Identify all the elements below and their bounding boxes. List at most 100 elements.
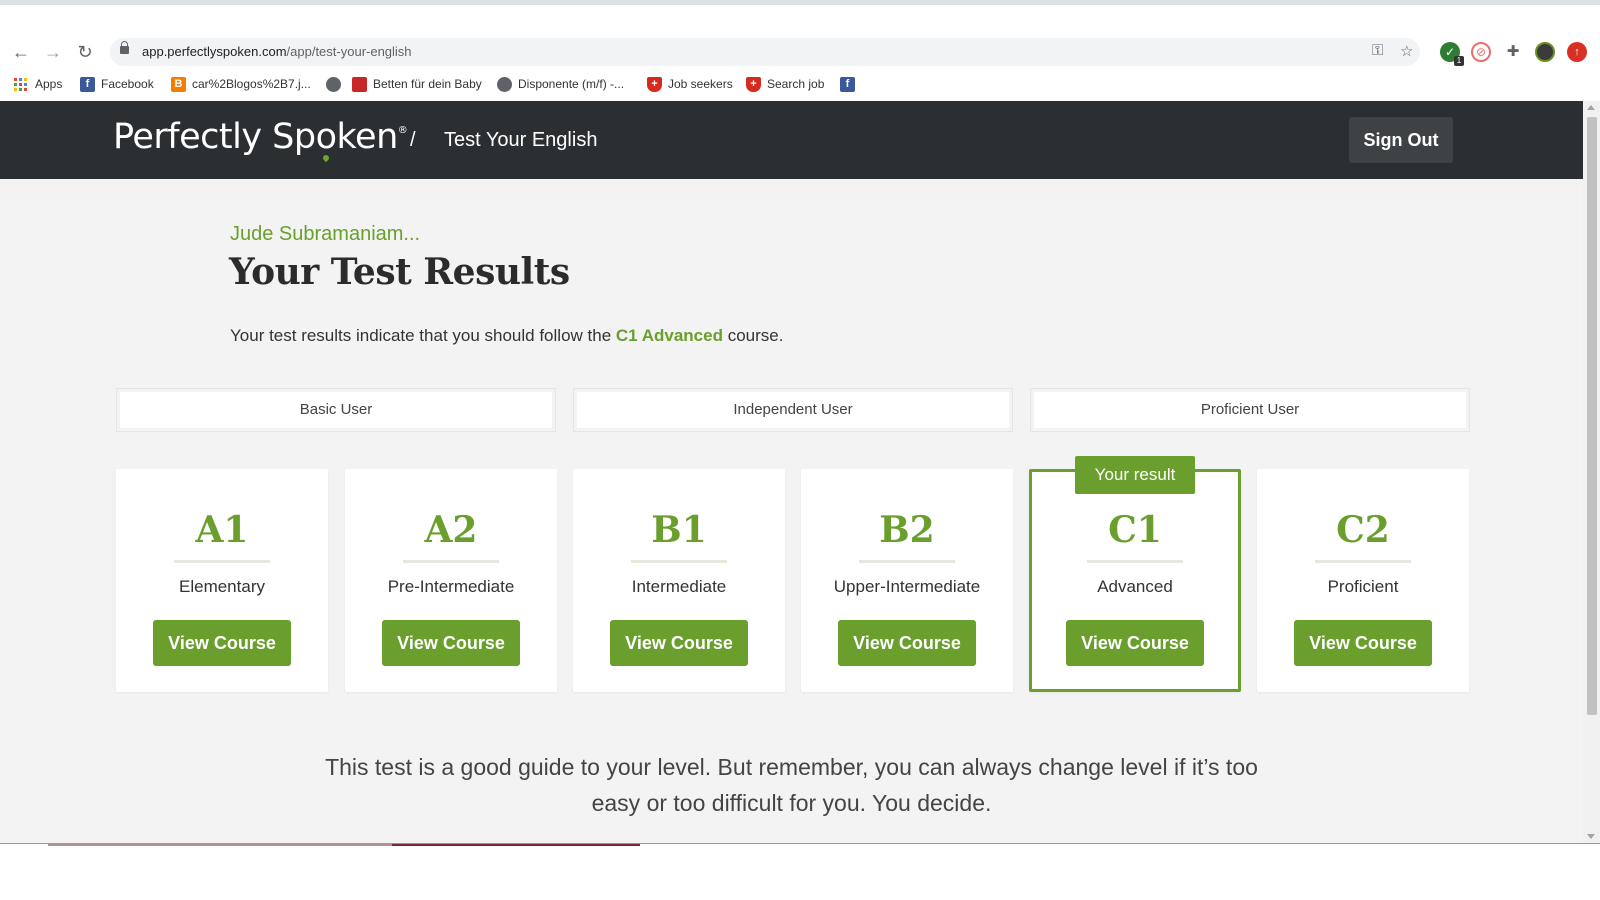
view-course-button[interactable]: View Course <box>153 620 291 666</box>
divider <box>631 560 727 563</box>
footnote: This test is a good guide to your level.… <box>0 749 1583 821</box>
taskbar-segment <box>48 844 392 846</box>
extension-badge: 1 <box>1454 56 1464 66</box>
profile-avatar[interactable] <box>1535 42 1555 62</box>
level-name: Upper-Intermediate <box>833 577 981 596</box>
summary-text: course. <box>722 326 784 345</box>
logo-registered-mark: ® <box>397 125 408 136</box>
view-course-button[interactable]: View Course <box>610 620 748 666</box>
bookmark-label: Betten für dein Baby <box>373 77 482 91</box>
taskbar-segment <box>392 844 640 846</box>
footnote-text: This test is a good guide to your level.… <box>325 754 1258 816</box>
logo-pin-o: o <box>315 117 337 157</box>
facebook-icon: f <box>840 76 855 92</box>
site-header: Perfectly Spoken® / Test Your English Si… <box>0 101 1583 179</box>
bookmark-facebook[interactable]: f Facebook <box>80 75 154 93</box>
page-scrollbar[interactable] <box>1583 101 1600 843</box>
view-course-button[interactable]: View Course <box>1294 620 1432 666</box>
bookmark-label: Apps <box>35 77 63 91</box>
level-card-c1: C1 Advanced View Course <box>1029 469 1241 692</box>
level-code: B2 <box>879 509 935 551</box>
sign-out-button[interactable]: Sign Out <box>1349 117 1453 163</box>
site-favicon-icon <box>352 76 367 92</box>
bookmark-search-job[interactable]: + Search job <box>746 75 824 93</box>
your-result-badge: Your result <box>1075 456 1195 494</box>
lock-icon <box>120 41 129 54</box>
view-course-button[interactable]: View Course <box>838 620 976 666</box>
logo-text: ken <box>336 117 399 157</box>
divider <box>403 560 499 563</box>
facebook-icon: f <box>80 76 95 92</box>
bookmark-job-seekers[interactable]: + Job seekers <box>647 75 733 93</box>
level-card-c2: C2 Proficient View Course <box>1257 469 1469 692</box>
extensions-puzzle-icon[interactable]: ✚ <box>1503 42 1523 62</box>
globe-icon <box>326 76 341 92</box>
level-code: A1 <box>195 509 249 551</box>
level-code: B1 <box>651 509 707 551</box>
browser-tabstrip <box>0 0 1600 36</box>
bookmarks-bar: Apps f Facebook B car%2Blogos%2B7.j... B… <box>0 68 1600 100</box>
result-summary: Your test results indicate that you shou… <box>230 326 783 346</box>
blogger-icon: B <box>171 76 186 92</box>
level-card-a2: A2 Pre-Intermediate View Course <box>345 469 557 692</box>
divider <box>859 560 955 563</box>
bookmark-label: Facebook <box>101 77 154 91</box>
logo-text: Perfectly Sp <box>113 117 316 157</box>
reload-icon[interactable]: ↻ <box>73 40 97 64</box>
level-card-b1: B1 Intermediate View Course <box>573 469 785 692</box>
bookmark-label: Job seekers <box>668 77 733 91</box>
page-title: Your Test Results <box>229 251 570 293</box>
bookmark-apps[interactable]: Apps <box>14 75 62 93</box>
view-course-button[interactable]: View Course <box>382 620 520 666</box>
level-card-b2: B2 Upper-Intermediate View Course <box>801 469 1013 692</box>
level-name: Intermediate <box>631 577 727 596</box>
divider <box>1315 560 1411 563</box>
bookmark-disponente[interactable]: Disponente (m/f) -... <box>497 75 624 93</box>
scroll-thumb[interactable] <box>1587 117 1597 715</box>
group-independent-user: Independent User <box>573 388 1013 432</box>
user-name: Jude Subramaniam... <box>230 223 421 245</box>
level-name: Elementary <box>179 577 265 596</box>
url-text[interactable]: app.perfectlyspoken.com/app/test-your-en… <box>142 44 412 59</box>
swiss-shield-icon: + <box>746 76 761 92</box>
url-path: /app/test-your-english <box>286 44 412 59</box>
bookmark-label: Search job <box>767 77 825 91</box>
summary-text: Your test results indicate that you shou… <box>230 326 616 345</box>
bookmark-facebook-2[interactable]: f <box>840 75 855 93</box>
forward-icon[interactable]: → <box>41 40 65 64</box>
level-name: Advanced <box>1097 577 1173 596</box>
divider <box>1087 560 1183 563</box>
bookmark-label: car%2Blogos%2B7.j... <box>192 77 311 91</box>
globe-icon <box>497 76 512 92</box>
level-code: C2 <box>1336 509 1390 551</box>
update-icon[interactable]: ↑ <box>1567 42 1587 62</box>
address-bar[interactable]: app.perfectlyspoken.com/app/test-your-en… <box>110 38 1420 66</box>
scroll-down-arrow-icon[interactable] <box>1587 834 1595 839</box>
level-card-a1: A1 Elementary View Course <box>116 469 328 692</box>
recommended-course: C1 Advanced <box>615 326 723 345</box>
back-icon[interactable]: ← <box>9 40 33 64</box>
blocker-extension-icon[interactable]: ⊘ <box>1471 42 1491 62</box>
scroll-up-arrow-icon[interactable] <box>1587 105 1595 110</box>
level-name: Proficient <box>1327 577 1399 596</box>
page-viewport: Perfectly Spoken® / Test Your English Si… <box>0 101 1583 843</box>
url-host: app.perfectlyspoken.com <box>142 44 287 59</box>
bookmark-globe[interactable] <box>326 75 341 93</box>
active-tab[interactable] <box>1100 5 1240 13</box>
bookmark-betten[interactable]: Betten für dein Baby <box>352 75 482 93</box>
group-proficient-user: Proficient User <box>1030 388 1470 432</box>
perfectly-spoken-logo[interactable]: Perfectly Spoken® <box>113 117 408 157</box>
level-code: C1 <box>1108 509 1162 551</box>
view-course-button[interactable]: View Course <box>1066 620 1204 666</box>
bookmark-blogger[interactable]: B car%2Blogos%2B7.j... <box>171 75 311 93</box>
breadcrumb-current: Test Your English <box>444 129 598 151</box>
bookmark-label: Disponente (m/f) -... <box>518 77 625 91</box>
taskbar-area <box>0 843 1600 900</box>
group-basic-user: Basic User <box>116 388 556 432</box>
bookmark-star-icon[interactable]: ☆ <box>1400 42 1413 60</box>
level-name: Pre-Intermediate <box>387 577 515 596</box>
swiss-shield-icon: + <box>647 76 662 92</box>
key-icon[interactable]: ⚿ <box>1372 42 1383 59</box>
breadcrumb-separator: / <box>410 129 416 151</box>
browser-toolbar: ← → ↻ app.perfectlyspoken.com/app/test-y… <box>0 36 1600 68</box>
